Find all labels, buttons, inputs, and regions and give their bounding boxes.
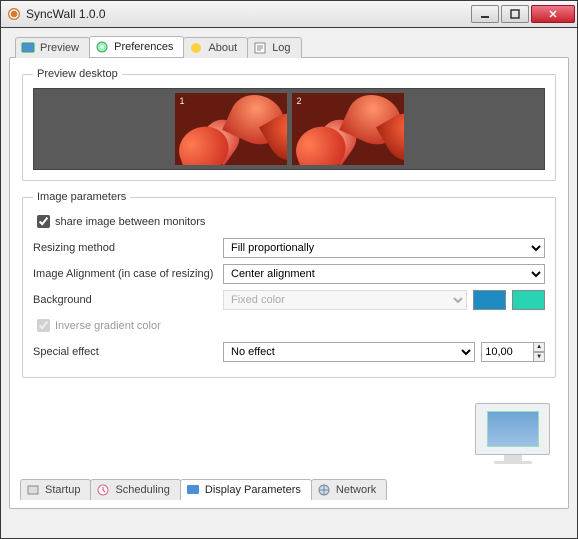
color-swatch-2[interactable] — [512, 290, 545, 310]
display-icon — [186, 483, 200, 497]
tab-label: Network — [336, 484, 376, 496]
spinner-up[interactable]: ▲ — [533, 342, 545, 352]
monitor-2[interactable]: 2 — [292, 93, 404, 165]
share-image-label: share image between monitors — [55, 216, 205, 228]
monitor-preview: 1 2 — [33, 88, 545, 170]
tab-scheduling[interactable]: Scheduling — [90, 479, 180, 500]
tab-label: Scheduling — [115, 484, 169, 496]
tab-label: Display Parameters — [205, 484, 301, 496]
preview-icon — [21, 41, 35, 55]
special-effect-label: Special effect — [33, 346, 223, 358]
effect-value-spinner[interactable]: ▲ ▼ — [481, 342, 545, 362]
tab-label: Preferences — [114, 41, 173, 53]
titlebar: SyncWall 1.0.0 — [0, 0, 578, 28]
maximize-button[interactable] — [501, 5, 529, 23]
close-button[interactable] — [531, 5, 575, 23]
tab-log[interactable]: Log — [247, 37, 301, 58]
share-image-checkbox[interactable] — [37, 215, 50, 228]
spinner-input[interactable] — [481, 342, 533, 362]
color-swatch-1[interactable] — [473, 290, 506, 310]
params-legend: Image parameters — [33, 191, 130, 203]
inverse-gradient-label: Inverse gradient color — [55, 320, 161, 332]
tab-preferences[interactable]: Preferences — [89, 36, 184, 57]
clock-icon — [96, 483, 110, 497]
alignment-label: Image Alignment (in case of resizing) — [33, 268, 223, 280]
inverse-gradient-checkbox — [37, 319, 50, 332]
preview-legend: Preview desktop — [33, 68, 122, 80]
monitor-illustration-icon — [475, 403, 550, 464]
image-parameters-group: Image parameters share image between mon… — [22, 191, 556, 378]
monitor-1[interactable]: 1 — [175, 93, 287, 165]
globe-icon — [317, 483, 331, 497]
minimize-button[interactable] — [471, 5, 499, 23]
spinner-down[interactable]: ▼ — [533, 352, 545, 362]
tab-preview[interactable]: Preview — [15, 37, 90, 58]
monitor-number: 2 — [297, 96, 302, 106]
gear-icon — [95, 40, 109, 54]
background-label: Background — [33, 294, 223, 306]
background-select: Fixed color — [223, 290, 467, 310]
preferences-panel: Preview desktop 1 2 Image parameters — [9, 57, 569, 509]
tab-startup[interactable]: Startup — [20, 479, 91, 500]
tab-label: About — [208, 42, 237, 54]
tab-display-parameters[interactable]: Display Parameters — [180, 479, 312, 500]
tab-label: Startup — [45, 484, 80, 496]
tab-network[interactable]: Network — [311, 479, 387, 500]
tab-label: Log — [272, 42, 290, 54]
resizing-method-select[interactable]: Fill proportionally — [223, 238, 545, 258]
special-effect-select[interactable]: No effect — [223, 342, 475, 362]
startup-icon — [26, 483, 40, 497]
monitor-number: 1 — [180, 96, 185, 106]
star-icon — [189, 41, 203, 55]
log-icon — [253, 41, 267, 55]
preview-desktop-group: Preview desktop 1 2 — [22, 68, 556, 181]
window-title: SyncWall 1.0.0 — [26, 7, 471, 21]
tab-label: Preview — [40, 42, 79, 54]
image-alignment-select[interactable]: Center alignment — [223, 264, 545, 284]
tab-about[interactable]: About — [183, 37, 248, 58]
resizing-label: Resizing method — [33, 242, 223, 254]
app-icon — [7, 7, 21, 21]
